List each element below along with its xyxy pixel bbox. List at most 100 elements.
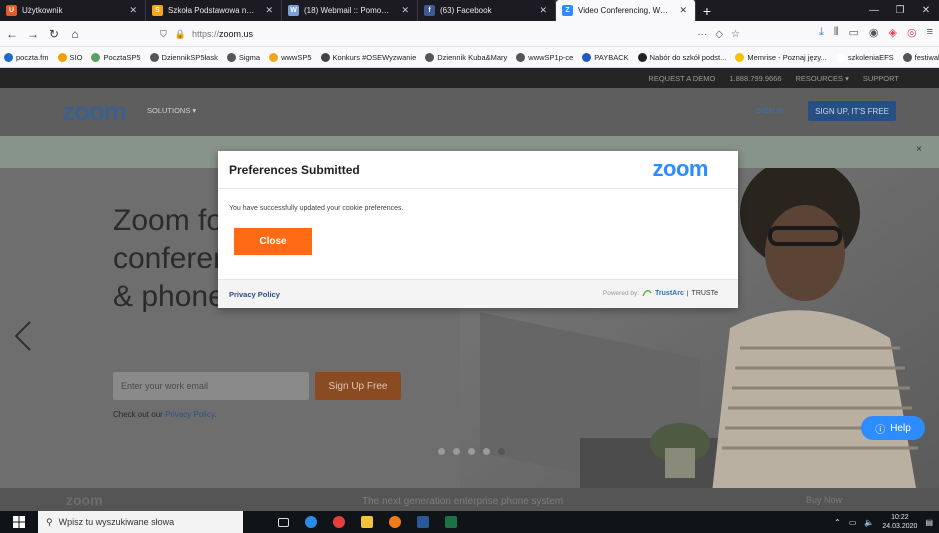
privacy-policy-link[interactable]: Privacy Policy: [229, 290, 280, 299]
tab-bar: U Użytkownik ✕ S Szkoła Podstawowa nr 5 …: [0, 0, 939, 21]
tab-close-icon[interactable]: ✕: [539, 5, 547, 16]
bookmark-label: DziennikSP5łask: [161, 52, 218, 62]
bookmark-item[interactable]: PocztaSP5: [91, 52, 141, 62]
library-icon[interactable]: ⫴: [834, 26, 839, 39]
lock-icon[interactable]: 🔒: [175, 29, 186, 40]
bookmark-label: Dziennik Kuba&Mary: [437, 52, 508, 62]
notifications-icon[interactable]: ▤: [925, 518, 933, 527]
tab-close-icon[interactable]: ✕: [129, 5, 137, 16]
file-explorer-icon[interactable]: [353, 511, 381, 533]
chrome-icon[interactable]: [325, 511, 353, 533]
support-link[interactable]: SUPPORT: [863, 74, 899, 83]
edge-icon[interactable]: [297, 511, 325, 533]
maximize-icon[interactable]: ❐: [887, 0, 913, 21]
request-demo-link[interactable]: REQUEST A DEMO: [648, 74, 715, 83]
browser-tab-active[interactable]: Z Video Conferencing, Web Conf ✕: [556, 0, 696, 21]
forward-icon[interactable]: →: [24, 25, 42, 43]
excel-icon[interactable]: [437, 511, 465, 533]
extension-icon[interactable]: ◉: [869, 26, 879, 39]
bookmark-item[interactable]: DziennikSP5łask: [149, 52, 218, 62]
browser-tab[interactable]: U Użytkownik ✕: [0, 0, 146, 21]
shield-icon[interactable]: ⛉: [160, 29, 167, 40]
help-label: Help: [890, 422, 911, 434]
volume-icon[interactable]: 🔈: [864, 518, 874, 527]
word-icon[interactable]: [409, 511, 437, 533]
bookmark-label: SIO: [69, 52, 83, 62]
buy-now-button[interactable]: Buy Now: [806, 495, 842, 505]
sign-up-button[interactable]: SIGN UP, IT'S FREE: [808, 101, 896, 121]
browser-tab[interactable]: W (18) Webmail :: Pomoc dla nau ✕: [282, 0, 418, 21]
powered-by-label: Powered by:: [602, 289, 640, 297]
carousel-dot[interactable]: [483, 448, 490, 455]
bookmark-item[interactable]: Dziennik Kuba&Mary: [425, 52, 508, 62]
sign-in-link[interactable]: SIGN IN: [756, 106, 784, 115]
carousel-prev-icon[interactable]: [12, 320, 34, 352]
browser-tab[interactable]: f (63) Facebook ✕: [418, 0, 556, 21]
firefox-icon[interactable]: [381, 511, 409, 533]
divider: [218, 188, 738, 189]
tab-close-icon[interactable]: ✕: [265, 5, 273, 16]
carousel-dot[interactable]: [468, 448, 475, 455]
help-button[interactable]: ⓘ Help: [861, 416, 925, 440]
new-tab-button[interactable]: +: [696, 0, 718, 21]
pocket-icon[interactable]: ◇: [715, 29, 723, 40]
browser-tab[interactable]: S Szkoła Podstawowa nr 5 im. Mi ✕: [146, 0, 282, 21]
menu-icon[interactable]: ≡: [927, 26, 933, 39]
clock-time: 10:22: [891, 514, 909, 521]
download-icon[interactable]: ⤓: [819, 26, 824, 39]
bookmark-item[interactable]: Memrise - Poznaj języ...: [735, 52, 827, 62]
pocket-extension-icon[interactable]: ◈: [889, 26, 897, 39]
clock[interactable]: 10:22 24.03.2020: [882, 513, 917, 531]
bookmark-favicon-icon: [735, 52, 745, 62]
tab-favicon-icon: W: [288, 5, 299, 16]
extension-icon[interactable]: ◎: [907, 26, 917, 39]
taskbar-search-input[interactable]: ⚲ Wpisz tu wyszukiwane słowa: [38, 511, 243, 533]
tab-close-icon[interactable]: ✕: [679, 5, 687, 16]
close-icon[interactable]: ×: [916, 144, 922, 155]
carousel-dot-active[interactable]: [498, 448, 505, 455]
work-email-input[interactable]: Enter your work email: [113, 372, 309, 400]
solutions-menu[interactable]: SOLUTIONS ▾: [147, 106, 196, 115]
bookmark-item[interactable]: wwwSP5: [269, 52, 312, 62]
bookmark-favicon-icon: [637, 52, 647, 62]
window-controls: — ❐ ✕: [861, 0, 939, 21]
carousel-dot[interactable]: [453, 448, 460, 455]
bookmark-item[interactable]: poczta.fm: [4, 52, 49, 62]
bookmark-item[interactable]: festiwalNauki: [902, 52, 939, 62]
close-window-icon[interactable]: ✕: [913, 0, 939, 21]
zoom-logo[interactable]: zoom: [62, 96, 127, 127]
sidebar-icon[interactable]: ▭: [848, 26, 858, 39]
task-view-icon[interactable]: [269, 511, 297, 533]
dialog-title: Preferences Submitted: [229, 163, 360, 177]
dialog-footer: Privacy Policy Powered by: TrustArc | TR…: [218, 279, 738, 308]
sign-up-free-button[interactable]: Sign Up Free: [315, 372, 401, 400]
minimize-icon[interactable]: —: [861, 0, 887, 21]
bookmark-star-icon[interactable]: ☆: [731, 29, 740, 40]
bookmark-label: wwwSP5: [281, 52, 312, 62]
bookmark-item[interactable]: SIO: [57, 52, 83, 62]
bookmark-item[interactable]: Sigma: [226, 52, 260, 62]
network-icon[interactable]: ▭: [849, 518, 857, 527]
chevron-up-icon[interactable]: ⌃: [834, 518, 841, 527]
bookmark-item[interactable]: wwwSP1p-ce: [516, 52, 573, 62]
reload-icon[interactable]: ↻: [45, 25, 63, 43]
footer-zoom-logo: zoom: [66, 492, 103, 508]
carousel-dots: [438, 448, 505, 455]
bookmark-item[interactable]: szkoleniaEFS: [835, 52, 894, 62]
bookmark-item[interactable]: Konkurs #OSEWyzwanie: [320, 52, 416, 62]
home-icon[interactable]: ⌂: [66, 25, 84, 43]
bookmark-label: PocztaSP5: [103, 52, 141, 62]
carousel-dot[interactable]: [438, 448, 445, 455]
clock-date: 24.03.2020: [882, 523, 918, 530]
bookmark-item[interactable]: Nabór do szkół podst...: [637, 52, 726, 62]
bookmark-label: szkoleniaEFS: [847, 52, 894, 62]
resources-menu[interactable]: RESOURCES ▾: [796, 74, 849, 83]
privacy-policy-link[interactable]: Privacy Policy.: [165, 410, 216, 419]
tab-close-icon[interactable]: ✕: [401, 5, 409, 16]
start-icon[interactable]: [0, 511, 38, 533]
page-actions-icon[interactable]: ···: [697, 29, 707, 40]
url-bar[interactable]: ⛉ 🔒 https://zoom.us ··· ◇ ☆: [160, 24, 740, 44]
back-icon[interactable]: ←: [3, 25, 21, 43]
bookmark-item[interactable]: PAYBACK: [582, 52, 629, 62]
close-button[interactable]: Close: [234, 228, 312, 255]
